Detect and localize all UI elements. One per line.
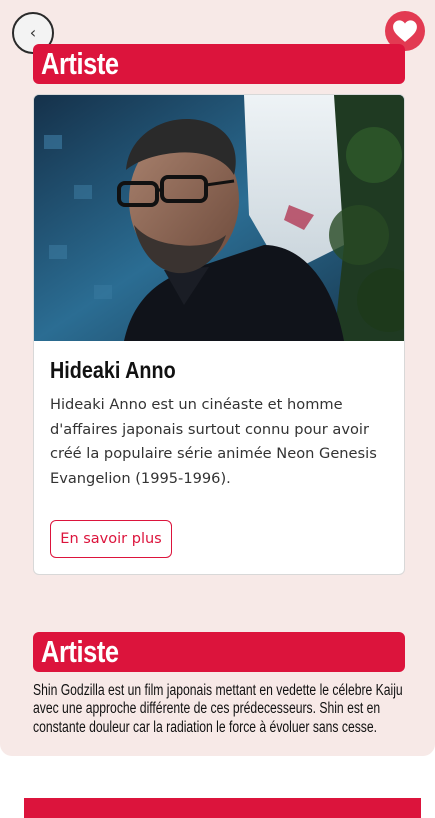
artist-description: Hideaki Anno est un cinéaste et homme d'… <box>50 396 377 487</box>
chevron-left-icon: ‹ <box>29 23 37 42</box>
heart-icon <box>393 20 417 42</box>
section-description: Shin Godzilla est un film japonais metta… <box>33 682 403 736</box>
artist-card: Hideaki Anno Hideaki Anno est un cinéast… <box>33 94 405 575</box>
section-title-artist-2: Artiste <box>33 632 405 672</box>
page: ‹ Artiste Hideaki Anno Hideaki Anno est … <box>0 0 435 818</box>
artist-name: Hideaki Anno <box>50 357 176 383</box>
portrait-photo <box>34 95 404 341</box>
artist-photo <box>34 95 404 341</box>
section-title-artist: Artiste <box>33 44 405 84</box>
learn-more-button[interactable]: En savoir plus <box>50 520 172 558</box>
bottom-banner <box>24 798 421 818</box>
